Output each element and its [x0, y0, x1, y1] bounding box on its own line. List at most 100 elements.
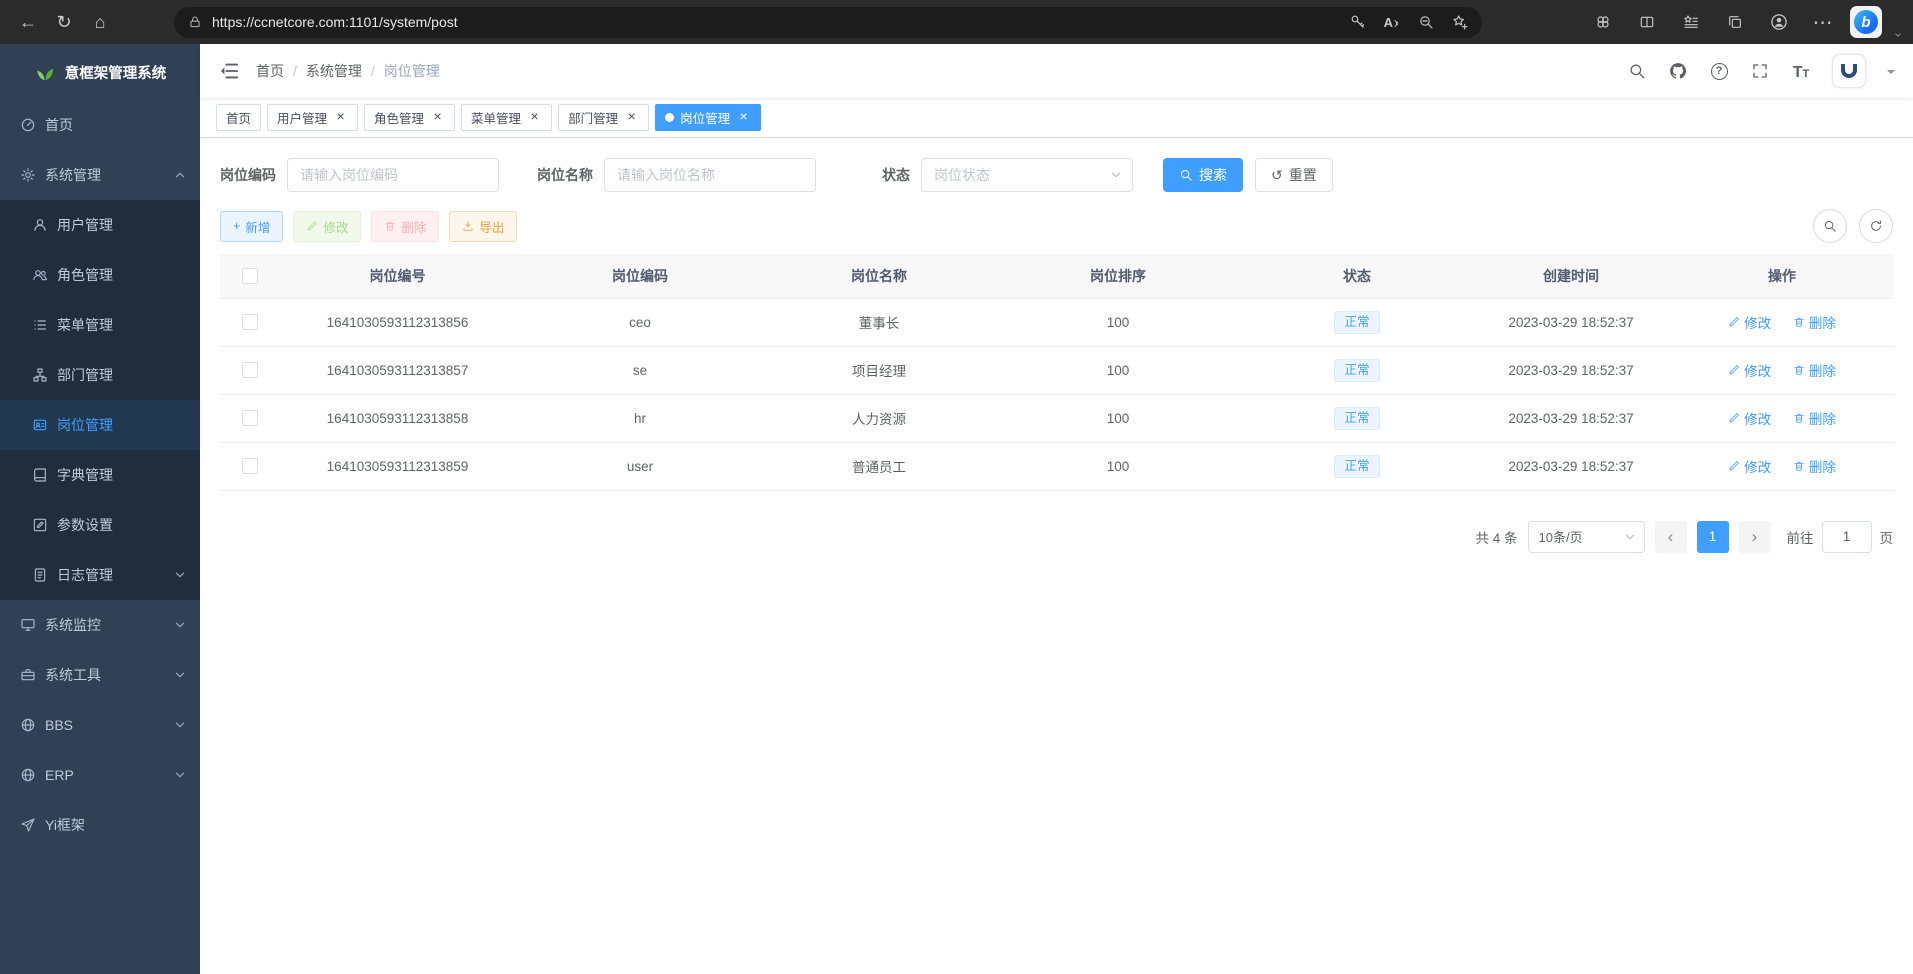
sidebar-item-dictionary-management[interactable]: 字典管理 — [0, 450, 200, 500]
browser-refresh-icon[interactable]: ↻ — [46, 4, 82, 40]
sidebar-item-label: ERP — [45, 767, 74, 783]
table-row[interactable]: 1641030593112313859 user 普通员工 100 正常 202… — [220, 442, 1893, 490]
app-title: 意框架管理系统 — [65, 62, 167, 83]
sidebar-item-home[interactable]: 首页 — [0, 100, 200, 150]
sidebar-item-bbs[interactable]: BBS — [0, 700, 200, 750]
tab-label: 部门管理 — [568, 108, 618, 127]
tab-role-management[interactable]: 角色管理 × — [364, 104, 455, 131]
sidebar-item-system-management[interactable]: 系统管理 — [0, 150, 200, 200]
fullscreen-icon[interactable] — [1750, 61, 1770, 81]
browser-home-icon[interactable]: ⌂ — [82, 4, 118, 40]
breadcrumb-home[interactable]: 首页 — [256, 61, 284, 81]
row-delete-link[interactable]: 删除 — [1793, 360, 1836, 380]
sidebar-collapse-caret-icon[interactable] — [1893, 31, 1903, 39]
page-number-button[interactable]: 1 — [1697, 521, 1729, 553]
close-icon[interactable]: × — [430, 110, 445, 125]
user-avatar[interactable] — [1832, 54, 1866, 88]
browser-more-icon[interactable]: ⋯ — [1806, 4, 1839, 40]
browser-back-icon[interactable]: ← — [10, 4, 46, 40]
users-icon — [32, 267, 48, 283]
org-tree-icon — [32, 367, 48, 383]
url-text[interactable]: https://ccnetcore.com:1101/system/post — [212, 14, 458, 30]
goto-page-input[interactable] — [1822, 521, 1872, 553]
github-icon[interactable] — [1668, 61, 1688, 81]
sidebar-item-parameter-settings[interactable]: 参数设置 — [0, 500, 200, 550]
close-icon[interactable]: × — [527, 110, 542, 125]
font-size-icon[interactable]: TT — [1791, 61, 1811, 81]
menu-search-icon[interactable] — [1627, 61, 1647, 81]
prev-page-button[interactable]: ‹ — [1655, 521, 1687, 553]
close-icon[interactable]: × — [736, 110, 751, 125]
status-select[interactable]: 岗位状态 — [921, 158, 1133, 192]
sidebar-item-role-management[interactable]: 角色管理 — [0, 250, 200, 300]
post-name-input[interactable] — [604, 158, 816, 192]
sidebar-item-system-monitor[interactable]: 系统监控 — [0, 600, 200, 650]
sidebar-item-user-management[interactable]: 用户管理 — [0, 200, 200, 250]
toggle-search-button[interactable] — [1813, 209, 1847, 243]
refresh-table-button[interactable] — [1859, 209, 1893, 243]
row-checkbox[interactable] — [242, 458, 258, 474]
sidebar-item-erp[interactable]: ERP — [0, 750, 200, 800]
row-delete-link[interactable]: 删除 — [1793, 408, 1836, 428]
export-button[interactable]: 导出 — [449, 211, 517, 242]
favorites-icon[interactable] — [1674, 4, 1707, 40]
row-delete-link[interactable]: 删除 — [1793, 456, 1836, 476]
tab-user-management[interactable]: 用户管理 × — [267, 104, 358, 131]
next-page-button[interactable]: › — [1739, 521, 1771, 553]
delete-button[interactable]: 删除 — [371, 211, 439, 242]
sidebar-item-system-tools[interactable]: 系统工具 — [0, 650, 200, 700]
sidebar-fold-icon[interactable] — [218, 60, 240, 82]
search-button[interactable]: 搜索 — [1163, 158, 1243, 192]
post-code-input[interactable] — [287, 158, 499, 192]
collections-icon[interactable] — [1718, 4, 1751, 40]
row-checkbox[interactable] — [242, 314, 258, 330]
page-size-select[interactable]: 10条/页 — [1528, 521, 1645, 553]
table-header-row: 岗位编号 岗位编码 岗位名称 岗位排序 状态 创建时间 操作 — [220, 254, 1893, 298]
pagination-total: 共 4 条 — [1475, 527, 1517, 547]
page-size-value: 10条/页 — [1539, 527, 1583, 546]
bing-sidebar-button[interactable]: b — [1850, 6, 1882, 38]
table-row[interactable]: 1641030593112313857 se 项目经理 100 正常 2023-… — [220, 346, 1893, 394]
add-favorite-icon[interactable] — [1452, 14, 1468, 30]
select-all-checkbox[interactable] — [242, 268, 258, 284]
tab-post-management[interactable]: 岗位管理 × — [655, 104, 761, 131]
reset-button[interactable]: ↺ 重置 — [1255, 158, 1333, 192]
cell-post-name: 项目经理 — [765, 346, 993, 394]
edit-button[interactable]: 修改 — [293, 211, 361, 242]
add-button[interactable]: + 新增 — [220, 211, 283, 242]
row-checkbox[interactable] — [242, 362, 258, 378]
user-menu-caret-icon[interactable] — [1887, 70, 1895, 78]
cell-post-id: 1641030593112313858 — [280, 394, 515, 442]
browser-essentials-icon[interactable] — [1586, 4, 1619, 40]
table-row[interactable]: 1641030593112313858 hr 人力资源 100 正常 2023-… — [220, 394, 1893, 442]
read-aloud-icon[interactable]: A — [1384, 15, 1400, 30]
sidebar-item-yi-framework[interactable]: Yi框架 — [0, 800, 200, 850]
tab-home[interactable]: 首页 — [216, 104, 261, 131]
tab-menu-management[interactable]: 菜单管理 × — [461, 104, 552, 131]
sidebar-item-department-management[interactable]: 部门管理 — [0, 350, 200, 400]
profile-avatar-icon[interactable] — [1762, 4, 1795, 40]
password-key-icon[interactable] — [1350, 14, 1366, 30]
table-row[interactable]: 1641030593112313856 ceo 董事长 100 正常 2023-… — [220, 298, 1893, 346]
address-bar[interactable]: https://ccnetcore.com:1101/system/post A — [174, 7, 1482, 38]
sidebar-item-log-management[interactable]: 日志管理 — [0, 550, 200, 600]
row-edit-link[interactable]: 修改 — [1728, 456, 1771, 476]
row-edit-link[interactable]: 修改 — [1728, 360, 1771, 380]
row-checkbox[interactable] — [242, 410, 258, 426]
app-logo[interactable]: 意框架管理系统 — [0, 44, 200, 100]
sidebar-item-label: 系统工具 — [45, 665, 101, 685]
split-screen-icon[interactable] — [1630, 4, 1663, 40]
row-delete-link[interactable]: 删除 — [1793, 312, 1836, 332]
close-icon[interactable]: × — [624, 110, 639, 125]
sidebar-item-post-management[interactable]: 岗位管理 — [0, 400, 200, 450]
close-icon[interactable]: × — [333, 110, 348, 125]
help-icon[interactable]: ? — [1709, 61, 1729, 81]
zoom-out-icon[interactable] — [1418, 14, 1434, 30]
row-edit-link[interactable]: 修改 — [1728, 312, 1771, 332]
tab-department-management[interactable]: 部门管理 × — [558, 104, 649, 131]
row-edit-link[interactable]: 修改 — [1728, 408, 1771, 428]
post-table: 岗位编号 岗位编码 岗位名称 岗位排序 状态 创建时间 操作 16410305 — [220, 254, 1893, 491]
sidebar-item-menu-management[interactable]: 菜单管理 — [0, 300, 200, 350]
breadcrumb-system-management[interactable]: 系统管理 — [306, 61, 362, 81]
sidebar-item-label: Yi框架 — [45, 815, 85, 835]
